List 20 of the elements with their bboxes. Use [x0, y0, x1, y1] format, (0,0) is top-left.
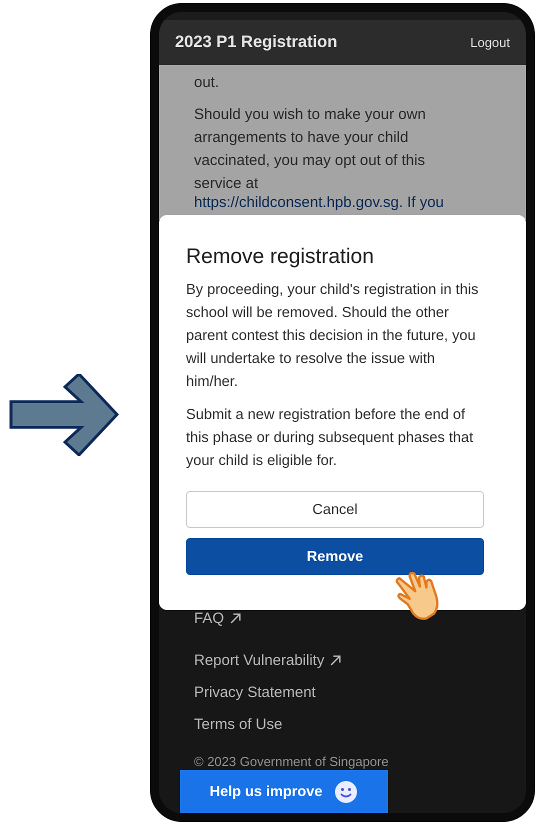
- cancel-button[interactable]: Cancel: [186, 491, 484, 528]
- body-text: Should you wish to make your own arrangements to have your child vaccinated, you may opt out of this service at: [194, 105, 427, 194]
- remove-button[interactable]: Remove: [186, 538, 484, 575]
- footer-link[interactable]: FAQ: [194, 610, 242, 627]
- footer-link[interactable]: Terms of Use: [194, 716, 282, 733]
- right-arrow-icon: [9, 374, 119, 456]
- consent-link[interactable]: https://childconsent.hpb.gov.sg. If you: [194, 194, 446, 212]
- feedback-button[interactable]: Help us improve: [180, 770, 388, 813]
- dialog-title: Remove registration: [186, 245, 375, 269]
- app-title: 2023 P1 Registration: [175, 33, 338, 52]
- external-link-icon: [229, 612, 242, 625]
- footer-link[interactable]: Privacy Statement: [194, 684, 316, 701]
- external-link-icon: [329, 654, 342, 667]
- footer-link[interactable]: Report Vulnerability: [194, 652, 342, 669]
- dialog-text: Submit a new registration before the end of this phase or during subsequent phases that your child is eligible for.: [186, 406, 474, 471]
- logout-link[interactable]: Logout: [470, 35, 510, 50]
- body-text: out.: [194, 73, 220, 93]
- copyright-text: © 2023 Government of Singapore: [194, 754, 389, 769]
- smiley-icon: [334, 780, 358, 804]
- dialog-text: By proceeding, your child's registration in this school will be removed. Should the other parent contest this decision in the future, you will undertake to resolve the issue with him/her.: [186, 281, 480, 392]
